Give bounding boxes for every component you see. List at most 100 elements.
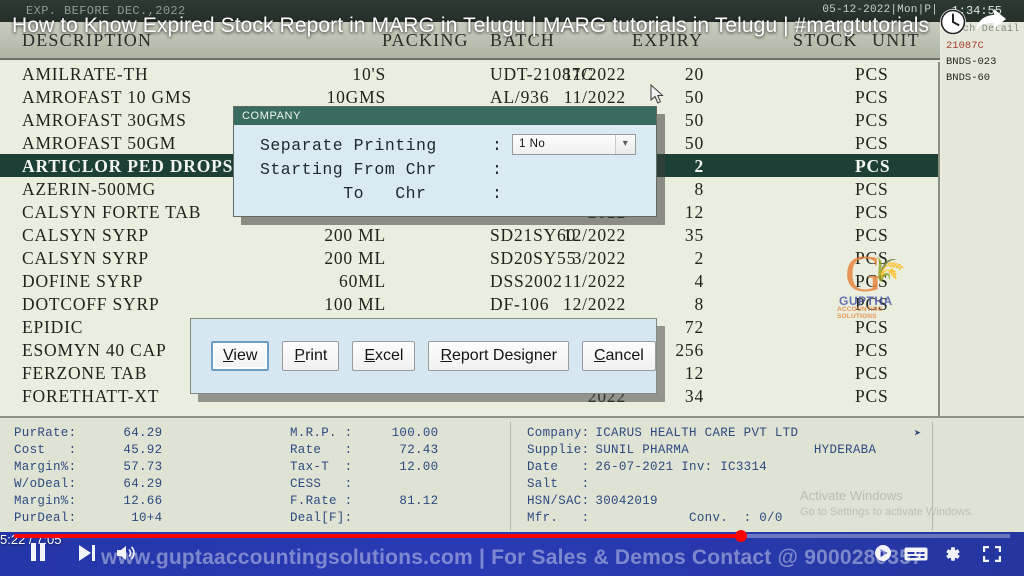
volume-icon[interactable] bbox=[116, 545, 138, 566]
table-row[interactable]: AMROFAST 10 GMS 10GMS AL/936 11/2022 50 PCS bbox=[0, 85, 938, 108]
info-line: Margin%: 57.73 bbox=[14, 460, 162, 477]
cell-packing: 10GMS bbox=[326, 87, 386, 107]
company-field-label: Separate Printing bbox=[260, 136, 437, 155]
cell-unit: PCS bbox=[855, 179, 889, 199]
company-field-separator: : bbox=[492, 160, 503, 179]
gear-icon[interactable] bbox=[942, 544, 962, 569]
pause-icon[interactable] bbox=[30, 543, 46, 566]
info-line: Rate : 72.43 bbox=[290, 443, 438, 460]
separate-printing-select[interactable]: 1 No ▾ bbox=[512, 134, 636, 155]
info-value: 26-07-2021 Inv: IC3314 bbox=[595, 460, 768, 474]
video-progress-bar[interactable] bbox=[14, 530, 1010, 542]
info-key: W/oDeal: bbox=[14, 477, 77, 491]
info-divider-2 bbox=[932, 422, 933, 530]
info-key: Margin%: bbox=[14, 494, 77, 508]
cell-description: ESOMYN 40 CAP bbox=[22, 340, 167, 360]
cell-description: FORETHATT-XT bbox=[22, 386, 160, 406]
company-field-separator: : bbox=[492, 136, 503, 155]
chevron-down-icon[interactable]: ▾ bbox=[615, 135, 635, 154]
info-key: HSN/SAC: bbox=[527, 494, 590, 508]
info-line: F.Rate : 81.12 bbox=[290, 494, 438, 511]
table-row[interactable]: AMILRATE-TH 10'S UDT-21087C 11/2022 20 PCS bbox=[0, 62, 938, 85]
cell-stock: 34 bbox=[684, 386, 704, 406]
play-on-tv-icon[interactable] bbox=[872, 545, 894, 566]
table-row[interactable]: DOFINE SYRP 60ML DSS2002 11/2022 4 PCS bbox=[0, 269, 938, 292]
cell-unit: PCS bbox=[855, 156, 891, 176]
info-key: Cost : bbox=[14, 443, 77, 457]
item-info-panel: PurRate: 64.29 Cost : 45.92 Margin%: 57.73 W/o… bbox=[0, 416, 1024, 532]
button-accelerator: V bbox=[223, 347, 234, 364]
info-value: 30042019 bbox=[595, 494, 658, 508]
cell-description: AMILRATE-TH bbox=[22, 64, 149, 84]
fullscreen-icon[interactable] bbox=[982, 545, 1002, 568]
info-line: PurDeal: 10+4 bbox=[14, 511, 162, 528]
info-line: Margin%: 12.66 bbox=[14, 494, 162, 511]
report-output-button[interactable]: Excel bbox=[352, 341, 416, 371]
info-value: 64.29 bbox=[123, 426, 163, 440]
cell-unit: PCS bbox=[855, 202, 889, 222]
info-value: 45.92 bbox=[123, 443, 163, 457]
info-key: M.R.P. : bbox=[290, 426, 353, 440]
info-line: Supplie: SUNIL PHARMA HYDERABA bbox=[527, 443, 876, 460]
info-line: Salt : bbox=[527, 477, 876, 494]
info-line: PurRate: 64.29 bbox=[14, 426, 162, 443]
field-separate-printing-label: Separate Printing: bbox=[260, 136, 502, 155]
button-label-post: ancel bbox=[605, 347, 644, 364]
cell-description: AMROFAST 10 GMS bbox=[22, 87, 192, 107]
cell-stock: 8 bbox=[694, 294, 704, 314]
table-row[interactable]: CALSYN SYRP 200 ML SD21SY60 12/2022 35 PCS bbox=[0, 223, 938, 246]
button-label-post: iew bbox=[233, 347, 258, 364]
video-player-screen: EXP. BEFORE DEC.,2022 05-12-2022|Mon|P| … bbox=[0, 0, 1024, 576]
report-output-button[interactable]: Cancel bbox=[581, 341, 656, 371]
info-key: PurDeal: bbox=[14, 511, 77, 525]
cell-unit: PCS bbox=[855, 64, 889, 84]
report-output-button[interactable]: View bbox=[211, 341, 270, 371]
cell-unit: PCS bbox=[855, 248, 889, 268]
cell-expiry: 11/2022 bbox=[563, 64, 626, 84]
info-key: Mfr. : bbox=[527, 511, 590, 525]
company-field-label: Starting From Chr bbox=[260, 160, 437, 179]
info-value: Conv. : 0/0 bbox=[595, 511, 783, 525]
batch-detail-row[interactable]: 21087C bbox=[946, 40, 984, 52]
cell-stock: 8 bbox=[694, 179, 704, 199]
info-value: 10+4 bbox=[131, 511, 163, 525]
table-row[interactable]: CALSYN SYRP 200 ML SD20SY55 3/2022 2 PCS bbox=[0, 246, 938, 269]
info-line: M.R.P. : 100.00 bbox=[290, 426, 438, 443]
company-field-separator: : bbox=[492, 184, 503, 203]
company-dialog-body: Separate Printing: Starting From Chr: To… bbox=[234, 125, 656, 218]
cell-description: ARTICLOR PED DROPS bbox=[22, 156, 234, 176]
field-to-chr-label: To Chr: bbox=[260, 184, 502, 203]
info-key: Supplie: bbox=[527, 443, 590, 457]
scroll-indicator-icon[interactable]: ➤ bbox=[914, 426, 922, 441]
report-output-button[interactable]: Print bbox=[282, 341, 340, 371]
batch-detail-pane: Batch Detail 21087C BNDS-023 BNDS-60 bbox=[942, 22, 1024, 416]
info-line: Company: ICARUS HEALTH CARE PVT LTD bbox=[527, 426, 876, 443]
cell-stock: 72 bbox=[684, 317, 704, 337]
info-line: Deal[F]: bbox=[290, 511, 438, 528]
cell-unit: PCS bbox=[855, 271, 889, 291]
video-control-bar[interactable]: 5:22 / 7:05 bbox=[0, 530, 1024, 576]
info-key: Tax-T : bbox=[290, 460, 353, 474]
info-value: 72.43 bbox=[399, 443, 439, 457]
cell-unit: PCS bbox=[855, 363, 889, 383]
video-progress-fill bbox=[14, 534, 742, 538]
button-accelerator: E bbox=[364, 347, 375, 364]
info-key: Rate : bbox=[290, 443, 353, 457]
subtitles-icon[interactable] bbox=[904, 546, 928, 567]
video-progress-knob[interactable] bbox=[735, 530, 748, 542]
batch-detail-row[interactable]: BNDS-023 bbox=[946, 56, 996, 68]
info-value: 100.00 bbox=[391, 426, 439, 440]
cell-description: CALSYN SYRP bbox=[22, 248, 149, 268]
batch-detail-row[interactable]: BNDS-60 bbox=[946, 72, 990, 84]
report-output-button[interactable]: Report Designer bbox=[428, 341, 569, 371]
info-line: W/oDeal: 64.29 bbox=[14, 477, 162, 494]
info-line: CESS : bbox=[290, 477, 438, 494]
separate-printing-value: 1 No bbox=[519, 138, 546, 150]
video-title: How to Know Expired Stock Report in MARG… bbox=[12, 14, 930, 37]
cell-unit: PCS bbox=[855, 294, 889, 314]
table-row[interactable]: DOTCOFF SYRP 100 ML DF-106 12/2022 8 PCS bbox=[0, 292, 938, 315]
button-label-post: rint bbox=[305, 347, 328, 364]
button-label-post: eport Designer bbox=[452, 347, 557, 364]
next-video-icon[interactable] bbox=[78, 545, 96, 566]
field-starting-from-chr-label: Starting From Chr: bbox=[260, 160, 502, 179]
